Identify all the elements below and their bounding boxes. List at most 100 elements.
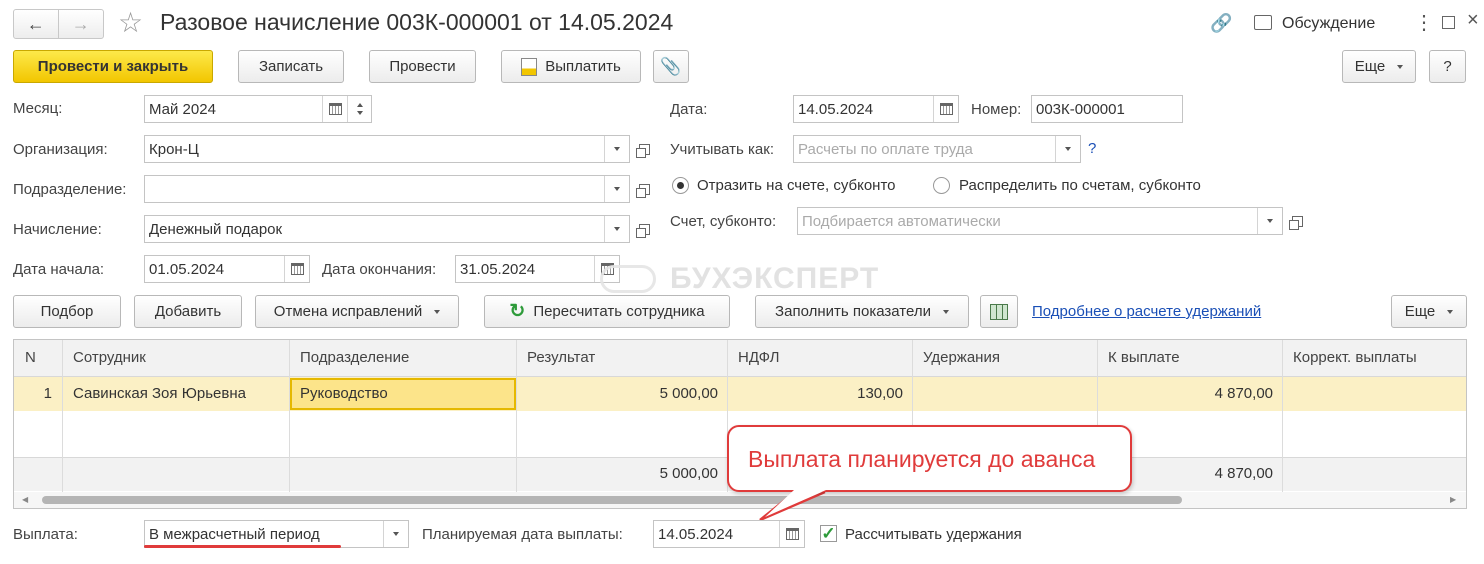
date-value: 14.05.2024 — [798, 100, 874, 118]
header-to-pay[interactable]: К выплате — [1108, 349, 1180, 366]
watermark-logo-icon — [600, 265, 656, 293]
end-date-field[interactable]: 31.05.2024 — [455, 255, 620, 283]
plan-date-field[interactable]: 14.05.2024 — [653, 520, 805, 548]
calc-deductions-checkbox[interactable]: ✓ — [820, 525, 837, 542]
start-date-value: 01.05.2024 — [149, 260, 225, 278]
date-field[interactable]: 14.05.2024 — [793, 95, 959, 123]
link-icon[interactable]: 🔗 — [1210, 13, 1232, 34]
end-date-label: Дата окончания: — [322, 261, 437, 278]
calendar-icon[interactable] — [933, 96, 958, 122]
chevron-down-icon[interactable] — [604, 176, 629, 202]
fill-indicators-label: Заполнить показатели — [775, 303, 931, 320]
discussion-icon[interactable] — [1254, 15, 1272, 30]
save-button[interactable]: Записать — [238, 50, 344, 83]
cell-n[interactable]: 1 — [14, 385, 52, 402]
dept-field[interactable] — [144, 175, 630, 203]
more-button[interactable]: Еще — [1342, 50, 1416, 83]
header-n[interactable]: N — [25, 349, 36, 366]
org-field[interactable]: Крон-Ц — [144, 135, 630, 163]
open-icon[interactable] — [632, 135, 656, 163]
checkmark-icon: ✓ — [821, 524, 836, 543]
payout-label: Выплата: — [13, 526, 78, 543]
account-as-field[interactable]: Расчеты по оплате труда — [793, 135, 1081, 163]
month-label: Месяц: — [13, 100, 63, 117]
calendar-icon[interactable] — [322, 96, 347, 122]
number-label: Номер: — [971, 101, 1022, 118]
scroll-left-icon[interactable]: ◀ — [22, 495, 28, 504]
calendar-icon[interactable] — [779, 521, 804, 547]
window-title: Разовое начисление 003К-000001 от 14.05.… — [160, 9, 674, 35]
start-date-field[interactable]: 01.05.2024 — [144, 255, 310, 283]
cancel-corrections-button[interactable]: Отмена исправлений — [255, 295, 459, 328]
header-employee[interactable]: Сотрудник — [73, 349, 146, 366]
header-pay-correction[interactable]: Коррект. выплаты — [1293, 349, 1417, 366]
table-settings-button[interactable] — [980, 295, 1018, 328]
cell-employee[interactable]: Савинская Зоя Юрьевна — [73, 385, 246, 402]
open-icon[interactable] — [632, 175, 656, 203]
account-value: Подбирается автоматически — [802, 212, 1001, 230]
table-more-label: Еще — [1404, 303, 1436, 320]
number-field[interactable]: 003К-000001 — [1031, 95, 1183, 123]
accrual-value: Денежный подарок — [149, 220, 283, 238]
radio-distribute-accounts[interactable] — [933, 177, 950, 194]
chevron-down-icon[interactable] — [383, 521, 408, 547]
pay-document-icon — [521, 57, 538, 76]
header-deductions[interactable]: Удержания — [923, 349, 1000, 366]
account-as-value: Расчеты по оплате труда — [798, 140, 973, 158]
discussion-button[interactable]: Обсуждение — [1282, 15, 1375, 33]
pay-button[interactable]: Выплатить — [501, 50, 641, 83]
header-department[interactable]: Подразделение — [300, 349, 409, 366]
radio-reflect-account-label[interactable]: Отразить на счете, субконто — [697, 177, 896, 194]
month-field[interactable]: Май 2024 — [144, 95, 372, 123]
recalculate-employee-label: Пересчитать сотрудника — [533, 303, 705, 320]
calc-deductions-label[interactable]: Рассчитывать удержания — [845, 526, 1022, 543]
favorite-star-icon[interactable]: ☆ — [118, 6, 143, 40]
accrual-label: Начисление: — [13, 221, 102, 238]
back-arrow-icon[interactable]: ← — [14, 10, 59, 38]
pay-button-label: Выплатить — [545, 58, 621, 75]
account-as-help-link[interactable]: ? — [1088, 140, 1096, 157]
header-result[interactable]: Результат — [527, 349, 595, 366]
table-more-button[interactable]: Еще — [1391, 295, 1467, 328]
help-button[interactable]: ? — [1429, 50, 1466, 83]
scroll-right-icon[interactable]: ▶ — [1450, 495, 1456, 504]
recalculate-employee-button[interactable]: ↻ Пересчитать сотрудника — [484, 295, 730, 328]
open-icon[interactable] — [632, 215, 656, 243]
accrual-field[interactable]: Денежный подарок — [144, 215, 630, 243]
add-button[interactable]: Добавить — [134, 295, 242, 328]
chevron-down-icon[interactable] — [604, 216, 629, 242]
cell-ndfl[interactable]: 130,00 — [727, 385, 903, 402]
month-stepper[interactable] — [347, 96, 371, 122]
column-divider — [1282, 340, 1283, 508]
radio-distribute-accounts-label[interactable]: Распределить по счетам, субконто — [959, 177, 1201, 194]
refresh-icon: ↻ — [509, 301, 526, 322]
chevron-down-icon[interactable] — [1257, 208, 1282, 234]
deductions-details-link[interactable]: Подробнее о расчете удержаний — [1032, 303, 1261, 320]
attach-button[interactable]: 📎 — [653, 50, 689, 83]
cell-result[interactable]: 5 000,00 — [516, 385, 718, 402]
fill-indicators-button[interactable]: Заполнить показатели — [755, 295, 969, 328]
more-vertical-icon[interactable]: ⋮ — [1414, 11, 1434, 35]
post-and-close-button[interactable]: Провести и закрыть — [13, 50, 213, 83]
header-ndfl[interactable]: НДФЛ — [738, 349, 779, 366]
select-button[interactable]: Подбор — [13, 295, 121, 328]
maximize-icon[interactable] — [1442, 16, 1455, 29]
cell-department[interactable]: Руководство — [300, 385, 388, 402]
payout-value: В межрасчетный период — [149, 525, 320, 543]
open-icon[interactable] — [1285, 207, 1309, 235]
chevron-down-icon[interactable] — [1055, 136, 1080, 162]
cell-to-pay[interactable]: 4 870,00 — [1097, 385, 1273, 402]
callout-text: Выплата планируется до аванса — [748, 446, 1096, 472]
chevron-down-icon[interactable] — [604, 136, 629, 162]
account-field[interactable]: Подбирается автоматически — [797, 207, 1283, 235]
close-icon[interactable]: × — [1467, 9, 1479, 32]
watermark: БУХЭКСПЕРТ — [670, 262, 880, 295]
payout-field[interactable]: В межрасчетный период — [144, 520, 409, 548]
calendar-icon[interactable] — [284, 256, 309, 282]
plan-date-value: 14.05.2024 — [658, 525, 734, 543]
post-button[interactable]: Провести — [369, 50, 476, 83]
account-label: Счет, субконто: — [670, 213, 777, 230]
dropdown-arrow-icon — [434, 309, 441, 314]
radio-reflect-account[interactable] — [672, 177, 689, 194]
forward-arrow-icon[interactable]: → — [59, 10, 104, 38]
